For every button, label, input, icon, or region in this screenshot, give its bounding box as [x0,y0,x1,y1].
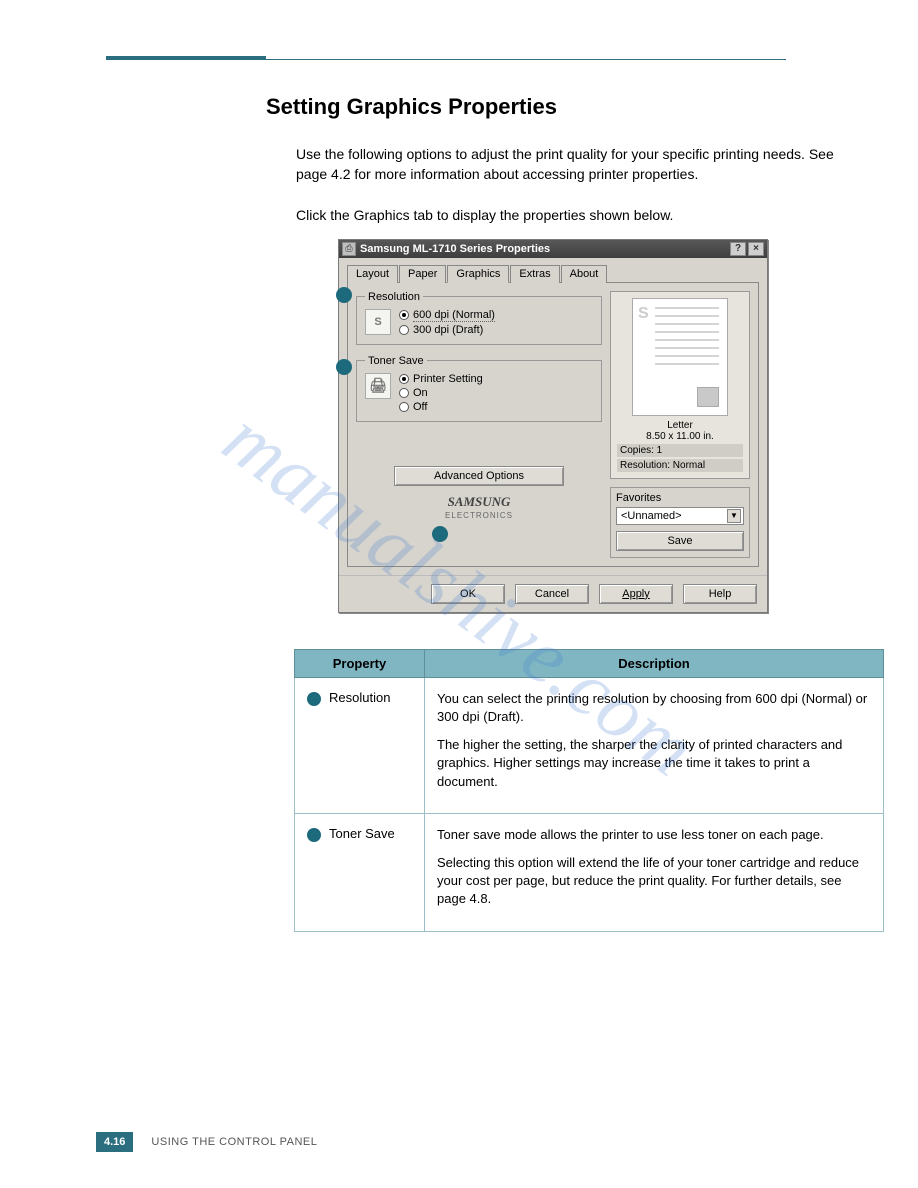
cancel-button[interactable]: Cancel [515,584,589,604]
preview-copies: Copies: 1 [617,444,743,457]
dialog-footer: OK Cancel Apply Help [339,575,767,612]
printer-icon: 🖨 [365,373,391,399]
radio-toner-off-label: Off [413,401,427,413]
properties-dialog: ⎙ Samsung ML-1710 Series Properties ? × … [338,239,768,613]
desc-resolution-1: You can select the printing resolution b… [437,690,871,726]
table-row: Resolution You can select the printing r… [295,677,884,813]
radio-icon [399,325,409,335]
intro-paragraph-1: Use the following options to adjust the … [296,144,836,185]
toner-save-legend: Toner Save [365,355,427,367]
callout-bullet-2 [336,359,352,375]
prop-name-resolution: Resolution [329,690,390,705]
preview-resolution: Resolution: Normal [617,459,743,472]
resolution-icon: S [365,309,391,335]
favorites-save-button[interactable]: Save [616,531,744,551]
advanced-options-button[interactable]: Advanced Options [394,466,564,486]
tab-graphics[interactable]: Graphics [447,265,509,283]
radio-600dpi[interactable]: 600 dpi (Normal) [399,309,495,322]
radio-printer-setting-label: Printer Setting [413,373,483,385]
col-description: Description [425,649,884,677]
preview-pane: S Letter 8.50 x 11.00 in. Copies: 1 Reso… [610,291,750,479]
table-row: Toner Save Toner save mode allows the pr… [295,813,884,931]
desc-toner-1: Toner save mode allows the printer to us… [437,826,871,844]
page-number-badge: 4.16 [96,1132,133,1152]
toner-save-group: Toner Save 🖨 Printer Setting [356,355,602,422]
favorites-label: Favorites [616,492,744,504]
callout-bullet-1 [336,287,352,303]
preview-paper-dims: 8.50 x 11.00 in. [617,431,743,442]
intro-paragraph-2: Click the Graphics tab to display the pr… [296,205,836,225]
tab-about[interactable]: About [561,265,608,283]
dialog-title: Samsung ML-1710 Series Properties [360,243,728,255]
tab-strip: Layout Paper Graphics Extras About [347,264,759,283]
radio-toner-on[interactable]: On [399,387,483,399]
page-footer: 4.16 USING THE CONTROL PANEL [96,1132,317,1152]
app-icon: ⎙ [342,242,356,256]
radio-600dpi-label: 600 dpi (Normal) [413,309,495,322]
desc-toner-2: Selecting this option will extend the li… [437,854,871,909]
radio-300dpi[interactable]: 300 dpi (Draft) [399,324,495,336]
brand-footer: SAMSUNG ELECTRONICS [356,494,602,520]
ok-button[interactable]: OK [431,584,505,604]
tab-extras[interactable]: Extras [510,265,559,283]
resolution-group: Resolution S 600 dpi (Normal) [356,291,602,345]
page-footer-caption: USING THE CONTROL PANEL [151,1136,317,1148]
resolution-legend: Resolution [365,291,423,303]
col-property: Property [295,649,425,677]
radio-icon [399,388,409,398]
callout-bullet-3 [432,526,448,542]
favorites-combo[interactable]: <Unnamed> ▼ [616,507,744,525]
preview-image-block [697,387,719,407]
preview-sheet: S [632,298,728,416]
radio-toner-on-label: On [413,387,428,399]
section-title: Setting Graphics Properties [266,94,832,120]
favorites-value: <Unnamed> [621,510,682,522]
preview-s-icon: S [638,305,652,321]
radio-toner-off[interactable]: Off [399,401,483,413]
desc-resolution-2: The higher the setting, the sharper the … [437,736,871,791]
radio-icon [399,374,409,384]
radio-300dpi-label: 300 dpi (Draft) [413,324,483,336]
close-button[interactable]: × [748,242,764,256]
properties-table: Property Description Resolution You can … [294,649,884,932]
favorites-group: Favorites <Unnamed> ▼ Save [610,487,750,558]
radio-icon [399,310,409,320]
tab-paper[interactable]: Paper [399,265,446,283]
preview-paper-name: Letter [617,420,743,431]
help-button[interactable]: ? [730,242,746,256]
radio-printer-setting[interactable]: Printer Setting [399,373,483,385]
apply-button[interactable]: Apply [599,584,673,604]
header-rule [106,59,786,60]
prop-name-toner: Toner Save [329,826,395,841]
chevron-down-icon: ▼ [727,509,741,523]
row-bullet-icon [307,828,321,842]
row-bullet-icon [307,692,321,706]
radio-icon [399,402,409,412]
tab-layout[interactable]: Layout [347,265,398,283]
help-dialog-button[interactable]: Help [683,584,757,604]
dialog-titlebar[interactable]: ⎙ Samsung ML-1710 Series Properties ? × [339,240,767,258]
